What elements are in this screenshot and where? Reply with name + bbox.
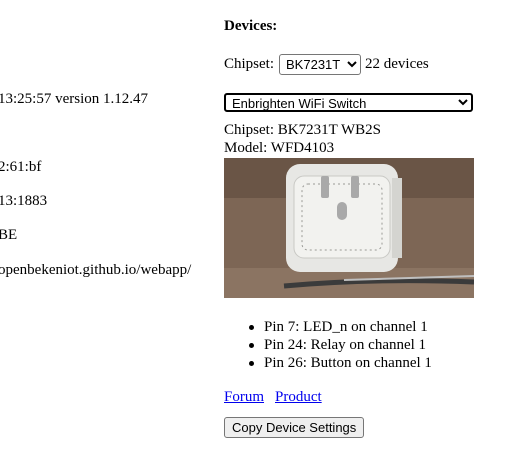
pin-item: Pin 24: Relay on channel 1 [243,336,432,354]
info-line-mac: 2:61:bf [0,159,42,175]
info-line-webapp: openbekeniot.github.io/webapp/ [0,262,192,278]
info-line-mqtt: 13:1883 [0,193,48,209]
chipset-select[interactable]: BK7231T [279,54,362,75]
chipset-row: Chipset: BK7231T 22 devices [224,54,429,75]
pins-list: Pin 7: LED_n on channel 1 Pin 24: Relay … [243,318,432,372]
forum-link[interactable]: Forum [224,389,264,406]
info-line-misc: BE [0,227,18,243]
device-model-info: Model: WFD4103 [224,140,335,156]
info-line-version: 13:25:57 version 1.12.47 [0,91,148,107]
product-link[interactable]: Product [275,389,322,406]
device-count: 22 devices [365,56,429,72]
device-chipset-info: Chipset: BK7231T WB2S [224,122,381,138]
chipset-label: Chipset: [224,56,275,72]
devices-heading: Devices: [224,18,278,34]
pin-item: Pin 26: Button on channel 1 [243,354,432,372]
device-select[interactable]: Enbrighten WiFi Switch [224,93,473,112]
device-photo [224,158,474,298]
copy-device-settings-button[interactable]: Copy Device Settings [224,417,365,438]
pin-item: Pin 7: LED_n on channel 1 [243,318,432,336]
smart-plug-photo-icon [224,158,474,298]
